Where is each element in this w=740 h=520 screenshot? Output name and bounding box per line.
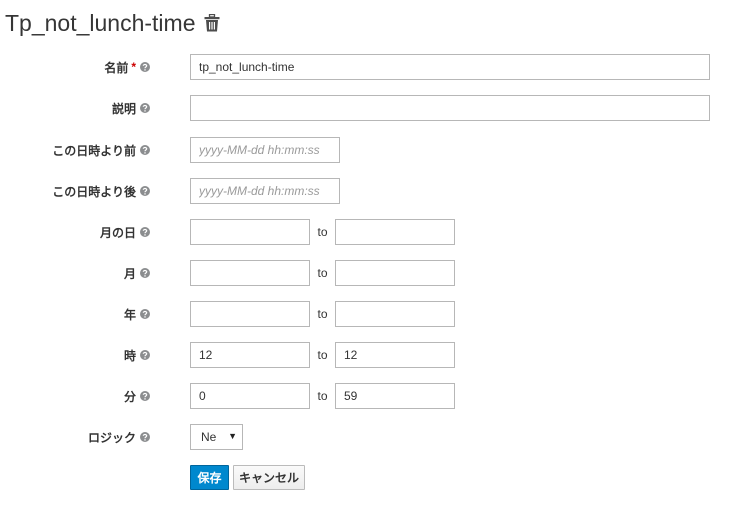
date-time-input[interactable] [190, 137, 340, 163]
caret-down-icon: ▼ [228, 431, 237, 441]
cancel-button[interactable]: キャンセル [233, 465, 305, 490]
range-from-input[interactable] [190, 219, 310, 245]
field-label: 分 [0, 383, 150, 409]
save-button[interactable]: 保存 [190, 465, 229, 490]
logic-select[interactable]: Ne ▼ [190, 424, 243, 450]
range-from-input[interactable] [190, 260, 310, 286]
field-label: 名前 * [0, 54, 150, 80]
range-to-input[interactable]: 59 [335, 383, 455, 409]
help-icon[interactable] [140, 309, 150, 319]
trash-icon[interactable] [204, 14, 220, 32]
help-icon[interactable] [140, 103, 150, 113]
help-icon[interactable] [140, 145, 150, 155]
field-label-text: 説明 [111, 101, 136, 116]
required-asterisk: * [131, 60, 136, 74]
range-to-input[interactable] [335, 301, 455, 327]
field-label-text: 月の日 [99, 225, 136, 240]
help-icon[interactable] [140, 268, 150, 278]
field-label-text: この日時より後 [52, 184, 136, 199]
field-label-text: 分 [123, 389, 136, 404]
help-icon[interactable] [140, 62, 150, 72]
range-from-input[interactable] [190, 301, 310, 327]
logic-select-value: Ne [201, 430, 217, 444]
range-from-input[interactable]: 12 [190, 342, 310, 368]
date-time-input[interactable] [190, 178, 340, 204]
page-header: Tp_not_lunch-time [5, 8, 220, 38]
page-title: Tp_not_lunch-time [5, 9, 196, 36]
field-label-text: 年 [123, 307, 136, 322]
field-label: 時 [0, 342, 150, 368]
range-separator: to [317, 307, 328, 321]
range-to-input[interactable] [335, 260, 455, 286]
range-separator: to [317, 266, 328, 280]
field-label-text: ロジック [87, 430, 136, 445]
range-separator: to [317, 389, 328, 403]
field-label: ロジック [0, 424, 150, 450]
text-input[interactable]: tp_not_lunch-time [190, 54, 710, 80]
policy-form-page: Tp_not_lunch-time 名前 * tp_not_lunch-time 説明… [0, 0, 740, 520]
range-separator: to [317, 348, 328, 362]
help-icon[interactable] [140, 227, 150, 237]
field-label-text: 月 [123, 266, 136, 281]
range-separator: to [317, 225, 328, 239]
field-label-text: 時 [123, 348, 136, 363]
range-to-input[interactable] [335, 219, 455, 245]
field-label: この日時より後 [0, 178, 150, 204]
field-label: この日時より前 [0, 137, 150, 163]
field-label: 月の日 [0, 219, 150, 245]
field-label-text: この日時より前 [52, 143, 136, 158]
range-from-input[interactable]: 0 [190, 383, 310, 409]
field-label: 年 [0, 301, 150, 327]
help-icon[interactable] [140, 350, 150, 360]
field-label: 説明 [0, 95, 150, 121]
field-label-text: 名前 [104, 60, 129, 75]
text-input[interactable] [190, 95, 710, 121]
help-icon[interactable] [140, 186, 150, 196]
range-to-input[interactable]: 12 [335, 342, 455, 368]
help-icon[interactable] [140, 391, 150, 401]
help-icon[interactable] [140, 432, 150, 442]
field-label: 月 [0, 260, 150, 286]
